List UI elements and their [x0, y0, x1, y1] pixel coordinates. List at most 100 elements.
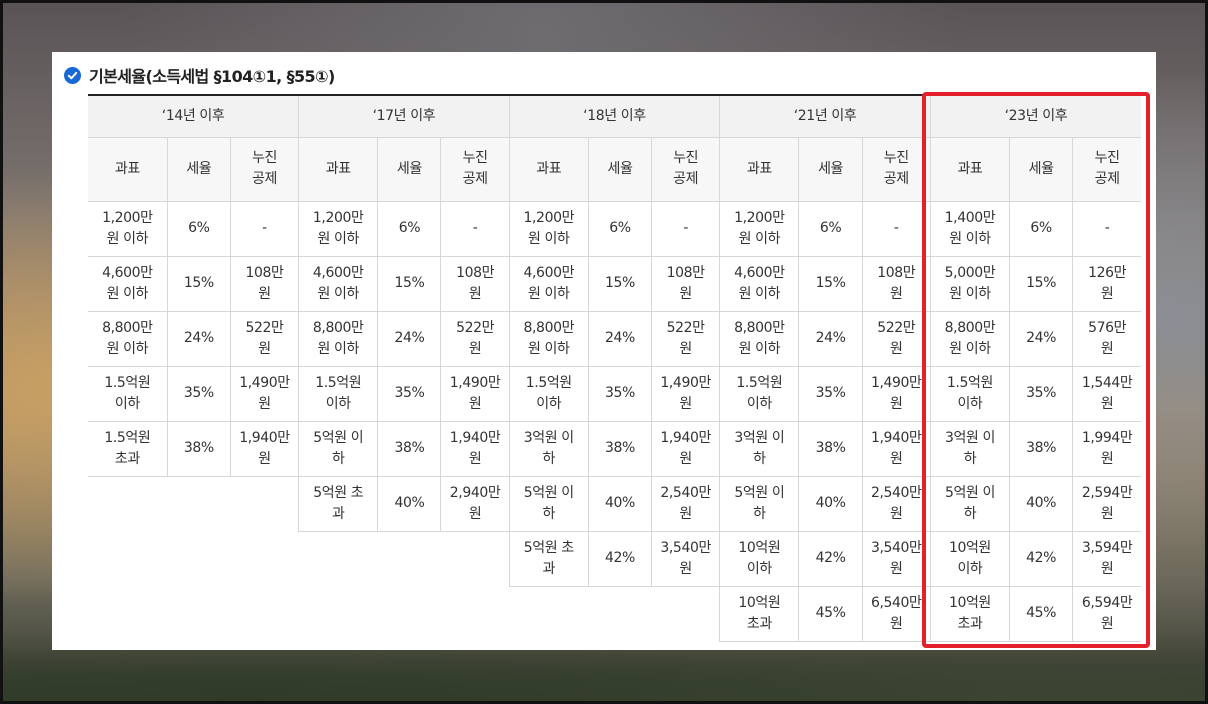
- empty-cell: [298, 530, 510, 641]
- tax-rate-cell: 6%: [1009, 200, 1074, 257]
- deduction-header: 누진 공제: [1072, 136, 1141, 202]
- deduction-header: 누진 공제: [440, 136, 510, 202]
- tax-rate-cell: 40%: [798, 475, 863, 532]
- deduction-cell: -: [1072, 200, 1141, 257]
- deduction-cell: -: [861, 200, 931, 257]
- tax-bracket-cell: 8,800만 원 이하: [719, 310, 800, 367]
- period-header-2021: ‘21년 이후: [719, 94, 931, 138]
- period-header-2018: ‘18년 이후: [508, 94, 721, 138]
- tax-rate-cell: 15%: [587, 255, 653, 312]
- tax-bracket-cell: 4,600만 원 이하: [298, 255, 379, 312]
- deduction-cell: 2,540만 원: [861, 475, 931, 532]
- tax-rate-cell: 42%: [798, 530, 863, 587]
- tax-bracket-cell: 1.5억원 이하: [719, 365, 800, 422]
- deduction-cell: 522만 원: [229, 310, 300, 367]
- deduction-cell: 6,594만 원: [1072, 585, 1141, 642]
- deduction-cell: 522만 원: [440, 310, 510, 367]
- tax-rate-cell: 38%: [798, 420, 863, 477]
- tax-rate-cell: 6%: [587, 200, 653, 257]
- tax-bracket-cell: 10억원 초과: [719, 585, 800, 642]
- deduction-cell: 1,940만 원: [861, 420, 931, 477]
- bracket-header: 과표: [88, 136, 168, 202]
- table-row: 1.5억원 이하 35% 1,490만 원 1.5억원 이하 35% 1,490만 원 1.5억원 이…: [88, 365, 1141, 422]
- empty-cell: [509, 585, 720, 641]
- deduction-cell: 126만 원: [1072, 255, 1141, 312]
- tax-rate-cell: 24%: [1009, 310, 1074, 367]
- tax-bracket-cell: 1.5억원 이하: [88, 365, 168, 422]
- deduction-cell: 1,940만 원: [651, 420, 721, 477]
- tax-rate-cell: 45%: [1009, 585, 1074, 642]
- tax-bracket-cell: 1,200만 원 이하: [719, 200, 800, 257]
- tax-bracket-cell: 10억원 초과: [929, 585, 1011, 642]
- rate-header: 세율: [1009, 136, 1074, 202]
- tax-rate-cell: 35%: [798, 365, 863, 422]
- tax-bracket-cell: 4,600만 원 이하: [508, 255, 589, 312]
- section-title: 기본세율(소득세법 §104①1, §55①): [89, 67, 335, 86]
- tax-rate-cell: 6%: [166, 200, 231, 257]
- tax-bracket-cell: 1.5억원 이하: [298, 365, 379, 422]
- tax-rate-cell: 6%: [798, 200, 863, 257]
- table-row: 4,600만 원 이하 15% 108만 원 4,600만 원 이하 15% 108만 원 4,60…: [88, 255, 1141, 312]
- bracket-header: 과표: [298, 136, 379, 202]
- period-header-2023: ‘23년 이후: [929, 94, 1141, 138]
- deduction-cell: 1,994만 원: [1072, 420, 1141, 477]
- tax-rate-cell: 42%: [1009, 530, 1074, 587]
- deduction-cell: 3,540만 원: [861, 530, 931, 587]
- deduction-cell: 576만 원: [1072, 310, 1141, 367]
- table-row: 5억원 초 과 40% 2,940만 원 5억원 이 하 40% 2,540만 원 5억원 이 하 40…: [88, 475, 1141, 641]
- deduction-cell: 1,490만 원: [440, 365, 510, 422]
- tax-rate-cell: 15%: [377, 255, 442, 312]
- bracket-header: 과표: [508, 136, 589, 202]
- rate-header: 세율: [798, 136, 863, 202]
- tax-bracket-cell: 3억원 이하: [508, 420, 589, 477]
- rate-header: 세율: [587, 136, 653, 202]
- deduction-cell: 108만 원: [229, 255, 300, 312]
- tax-bracket-cell: 1.5억원 이하: [508, 365, 589, 422]
- tax-bracket-cell: 5억원 이하: [929, 475, 1011, 532]
- deduction-cell: 2,540만 원: [651, 475, 721, 532]
- tax-rate-cell: 24%: [587, 310, 653, 367]
- deduction-cell: 2,594만 원: [1072, 475, 1141, 532]
- tax-rate-cell: 35%: [587, 365, 653, 422]
- tax-bracket-cell: 1,400만 원 이하: [929, 200, 1011, 257]
- deduction-cell: -: [651, 200, 721, 257]
- tax-rate-cell: 35%: [166, 365, 231, 422]
- tax-bracket-cell: 3억원 이하: [719, 420, 800, 477]
- deduction-cell: 3,594만 원: [1072, 530, 1141, 587]
- tax-bracket-cell: 5억원 이하: [719, 475, 800, 532]
- rate-header: 세율: [377, 136, 442, 202]
- deduction-cell: 1,490만 원: [651, 365, 721, 422]
- tax-bracket-cell: 8,800만 원 이하: [88, 310, 168, 367]
- tax-rate-cell: 15%: [798, 255, 863, 312]
- tax-rate-cell: 35%: [1009, 365, 1074, 422]
- deduction-header: 누진 공제: [651, 136, 721, 202]
- tax-bracket-cell: 1.5억원 이하: [929, 365, 1011, 422]
- tax-rate-cell: 40%: [377, 475, 442, 532]
- tax-rate-cell: 15%: [1009, 255, 1074, 312]
- deduction-cell: 1,490만 원: [229, 365, 300, 422]
- bracket-header: 과표: [719, 136, 800, 202]
- tax-rate-panel: 기본세율(소득세법 §104①1, §55①) ‘14년 이후 ‘17년 이후 …: [52, 52, 1156, 650]
- tax-rate-cell: 38%: [166, 420, 231, 477]
- deduction-cell: 1,490만 원: [861, 365, 931, 422]
- tax-rate-cell: 24%: [377, 310, 442, 367]
- tax-rate-table: ‘14년 이후 ‘17년 이후 ‘18년 이후 ‘21년 이후 ‘23년 이후 …: [88, 94, 1141, 642]
- column-header-row: 과표 세율 누진 공제 과표 세율 누진 공제 과표 세율 누진 공제 과표 세율 누진 공제 과표 세율 누진 공제: [88, 136, 1141, 202]
- deduction-header: 누진 공제: [861, 136, 931, 202]
- deduction-cell: 6,540만 원: [861, 585, 931, 642]
- deduction-cell: 1,940만 원: [440, 420, 510, 477]
- tax-rate-cell: 45%: [798, 585, 863, 642]
- period-header-2017: ‘17년 이후: [298, 94, 510, 138]
- rate-header: 세율: [166, 136, 231, 202]
- tax-bracket-cell: 5억원 이하: [298, 420, 379, 477]
- tax-bracket-cell: 1,200만 원 이하: [508, 200, 589, 257]
- tax-bracket-cell: 8,800만 원 이하: [298, 310, 379, 367]
- deduction-cell: 108만 원: [651, 255, 721, 312]
- deduction-cell: 1,544만 원: [1072, 365, 1141, 422]
- tax-bracket-cell: 1,200만 원 이하: [298, 200, 379, 257]
- tax-rate-cell: 42%: [587, 530, 653, 587]
- check-circle-icon: [64, 66, 81, 84]
- tax-rate-cell: 6%: [377, 200, 442, 257]
- tax-rate-cell: 24%: [798, 310, 863, 367]
- tax-bracket-cell: 10억원 이하: [929, 530, 1011, 587]
